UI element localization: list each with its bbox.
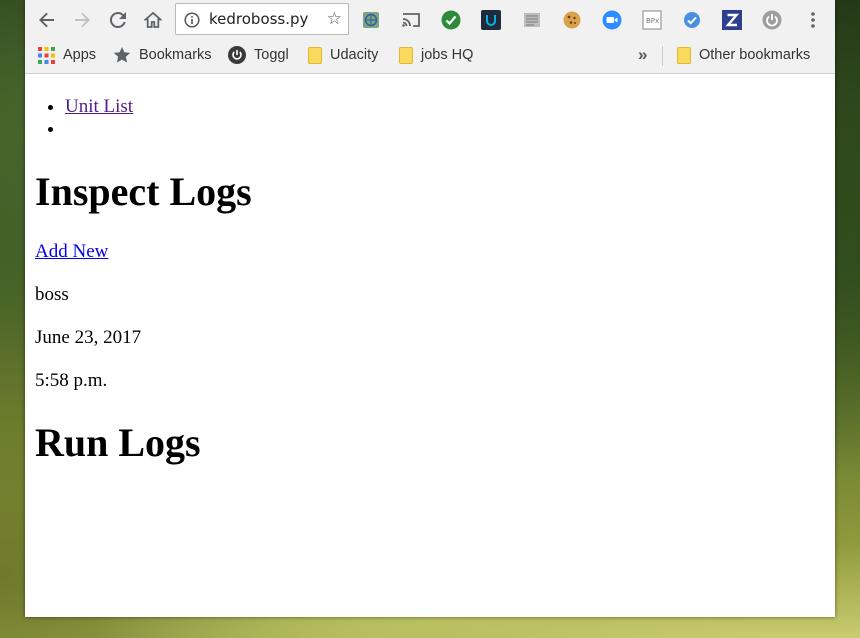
folder-icon [308, 46, 322, 64]
address-bar[interactable]: kedroboss.py ☆ [175, 3, 349, 35]
bookmark-udacity[interactable]: Udacity [308, 40, 378, 70]
menu-kebab-icon[interactable] [803, 10, 823, 30]
bpm-extension-icon[interactable]: BPx [642, 10, 662, 30]
log-time: 5:58 p.m. [35, 370, 108, 391]
bookmark-label: Apps [63, 47, 97, 63]
list-item: Unit List [65, 96, 133, 118]
add-new-link[interactable]: Add New [35, 241, 108, 262]
nav-list: Unit List [65, 96, 133, 140]
reload-button[interactable] [106, 8, 130, 32]
star-icon[interactable]: ☆ [327, 10, 342, 28]
folder-icon [399, 46, 413, 64]
udacity-extension-icon[interactable] [481, 10, 501, 30]
z-extension-icon[interactable] [722, 10, 742, 30]
list-item [65, 118, 133, 140]
browser-toolbar: kedroboss.py ☆ BPx [25, 0, 835, 40]
home-button[interactable] [141, 8, 165, 32]
bookmark-other[interactable]: Other bookmarks [677, 40, 810, 70]
check-extension-icon[interactable] [441, 10, 461, 30]
bookmark-jobs-hq[interactable]: jobs HQ [399, 40, 473, 70]
bookmark-toggl[interactable]: Toggl [228, 40, 289, 70]
cast-icon[interactable] [401, 10, 421, 30]
arrow-left-icon [39, 12, 54, 28]
cookie-extension-icon[interactable] [562, 10, 582, 30]
svg-text:BPx: BPx [646, 17, 659, 25]
browser-window: kedroboss.py ☆ BPx Apps Bookmarks Toggl … [25, 0, 835, 617]
bookmark-apps[interactable]: Apps [38, 40, 96, 70]
video-extension-icon[interactable] [602, 10, 622, 30]
section-title: Run Logs [35, 420, 201, 465]
divider [662, 46, 663, 66]
star-icon [113, 46, 131, 64]
globe-extension-icon[interactable] [361, 10, 381, 30]
folder-icon [677, 46, 691, 64]
arrow-right-icon [75, 12, 90, 28]
log-user: boss [35, 284, 69, 305]
back-button[interactable] [35, 8, 59, 32]
info-icon[interactable] [184, 12, 200, 33]
forward-button[interactable] [70, 8, 94, 32]
page-title: Inspect Logs [35, 169, 252, 214]
home-icon [144, 11, 162, 28]
bookmark-label: Bookmarks [139, 47, 212, 63]
apps-grid-icon [38, 46, 55, 64]
bookmark-label: Udacity [330, 47, 379, 63]
document-extension-icon[interactable] [522, 10, 542, 30]
reload-icon [109, 12, 126, 29]
unit-list-link[interactable]: Unit List [65, 96, 133, 117]
bookmarks-bar: Apps Bookmarks Toggl Udacity jobs HQ » O… [25, 40, 835, 74]
bookmark-bookmarks[interactable]: Bookmarks [113, 40, 212, 70]
bookmark-label: jobs HQ [421, 47, 474, 63]
checkmark-badge-icon[interactable] [682, 10, 702, 30]
power-extension-icon[interactable] [762, 10, 782, 30]
add-new-paragraph: Add New [35, 241, 108, 263]
bookmarks-overflow-button[interactable]: » [638, 40, 647, 70]
url-text[interactable]: kedroboss.py [209, 10, 321, 28]
bookmark-label: Toggl [254, 47, 289, 63]
log-date: June 23, 2017 [35, 327, 142, 348]
bookmark-label: Other bookmarks [699, 47, 811, 63]
toggl-power-icon [228, 46, 246, 64]
